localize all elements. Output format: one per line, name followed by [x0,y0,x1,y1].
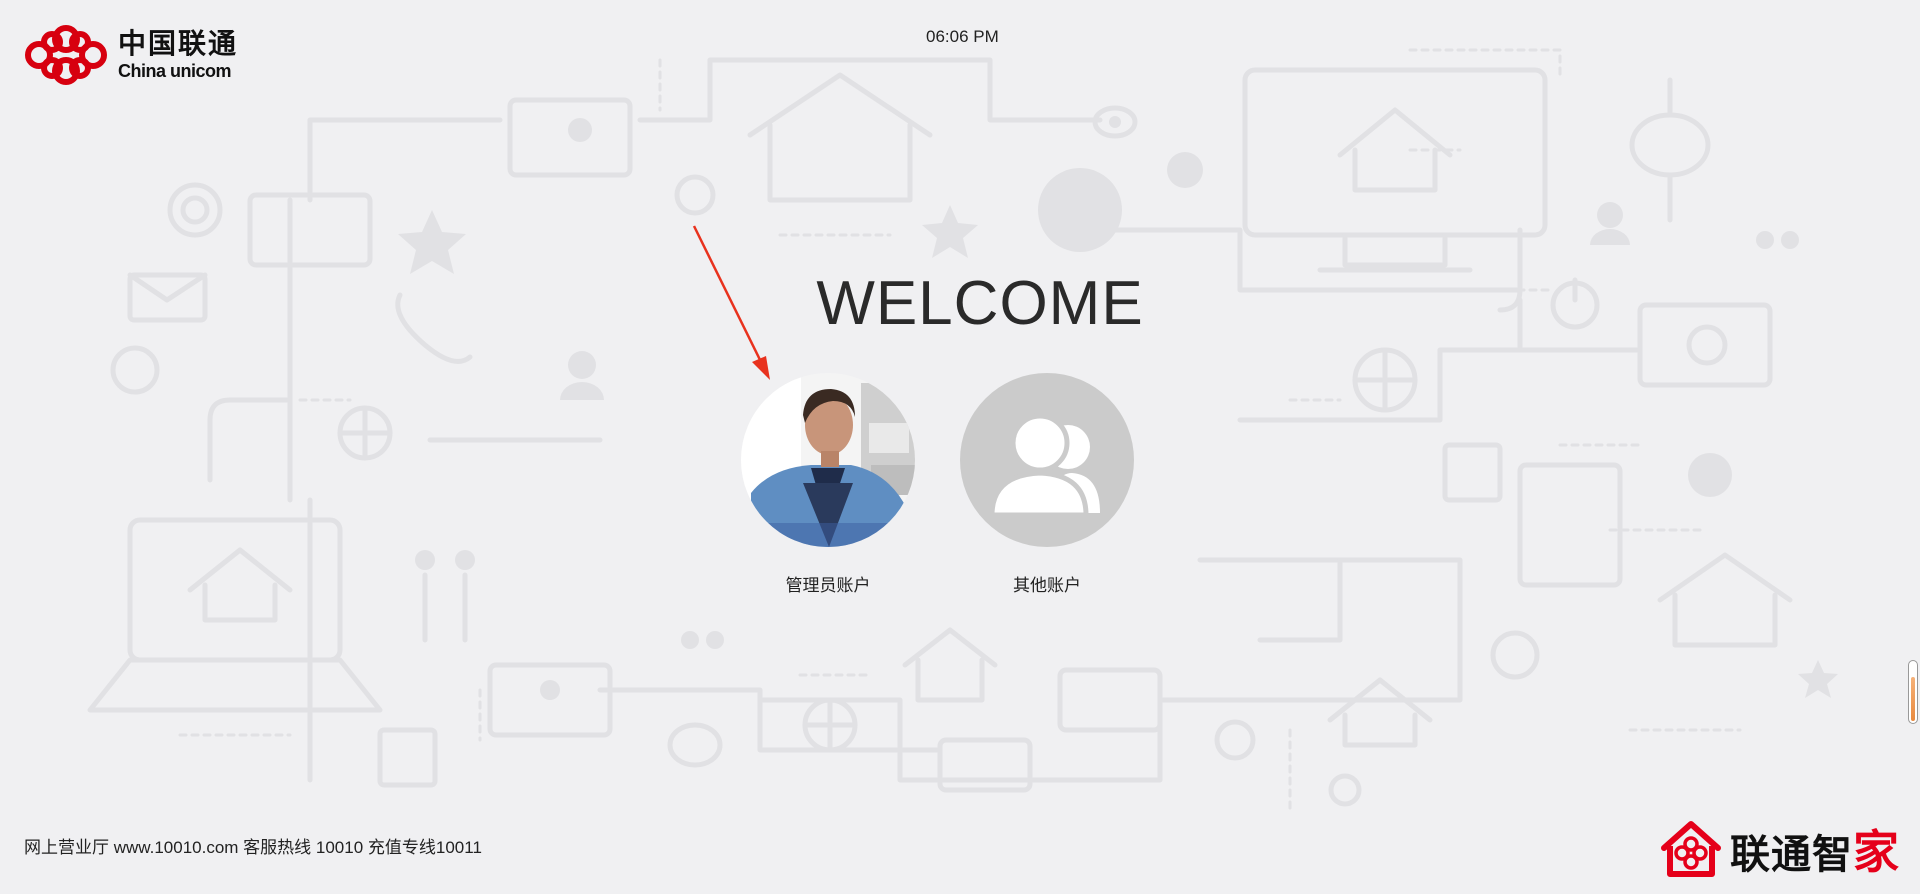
users-icon [989,413,1100,518]
china-unicom-knot-icon [25,25,107,85]
footer-service-info: 网上营业厅 www.10010.com 客服热线 10010 充值专线10011 [24,838,482,857]
brand-text-red: 家 [1853,825,1900,879]
scroll-thumb[interactable] [1911,677,1915,721]
other-account-tile[interactable]: 其他账户 [960,373,1134,596]
admin-avatar[interactable] [741,373,915,547]
smart-home-house-icon [1661,821,1721,877]
welcome-container: WELCOME [0,268,1920,339]
unicom-smart-home-logo: 联通智家 [1658,816,1900,882]
logo-chinese-text: 中国联通 [118,27,239,60]
china-unicom-logo: 中国联通 China unicom [24,22,238,88]
clock: 06:06 PM [926,27,999,46]
other-avatar[interactable] [960,373,1134,547]
red-arrow-annotation [692,225,770,380]
welcome-heading: WELCOME [816,269,1144,338]
other-account-label[interactable]: 其他账户 [960,571,1134,596]
logo-english-text: China unicom [118,61,232,81]
brand-text-black: 联通智 [1730,832,1853,878]
admin-account-label[interactable]: 管理员账户 [741,571,915,596]
side-scroll-widget[interactable] [1908,660,1918,724]
admin-account-tile[interactable]: 管理员账户 [741,373,915,596]
admin-photo-avatar [741,373,915,547]
